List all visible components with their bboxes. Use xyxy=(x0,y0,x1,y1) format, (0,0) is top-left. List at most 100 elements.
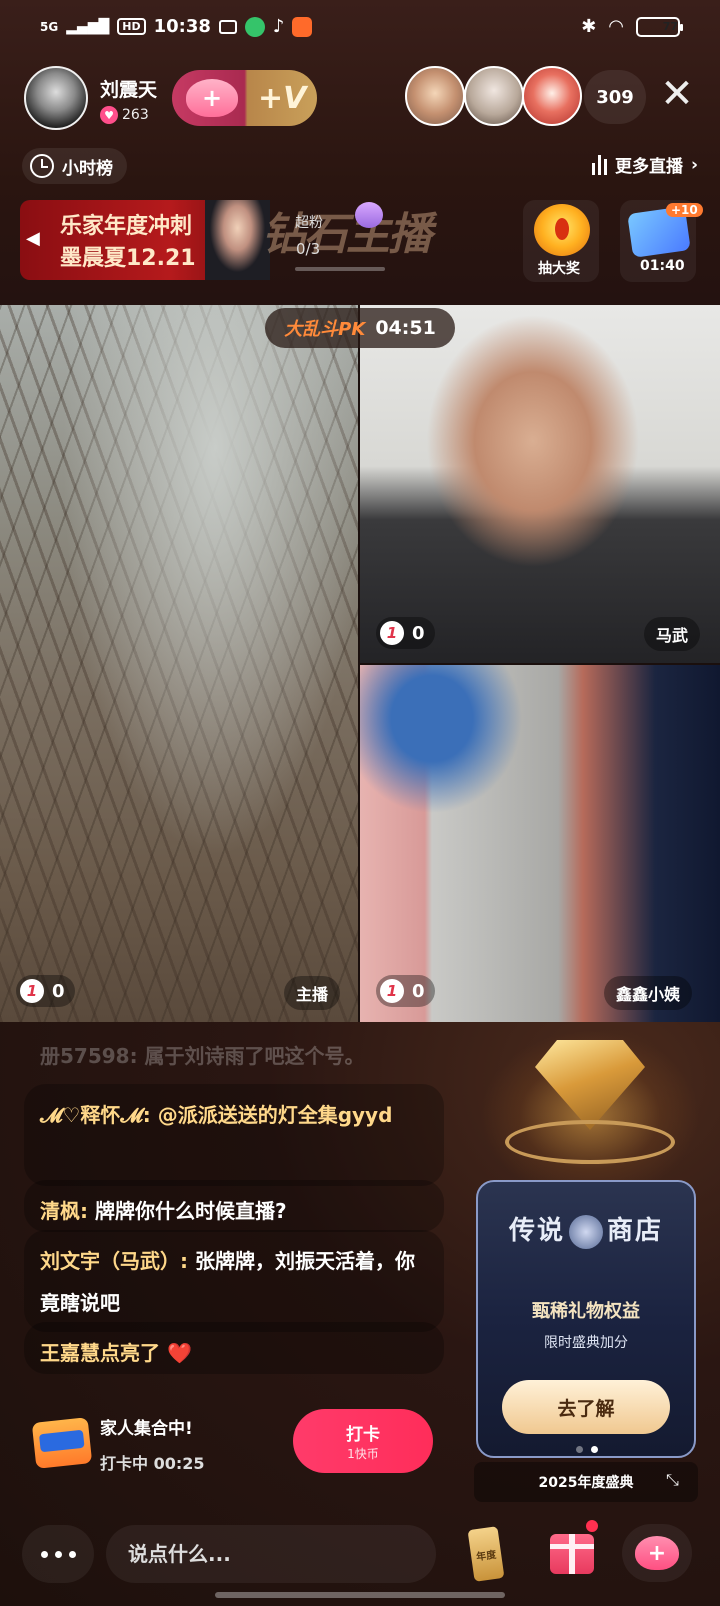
dragon-icon xyxy=(569,1214,603,1249)
shop-desc: 限时盛典加分 xyxy=(544,1335,628,1351)
diamond-host-title: 钻石主播 xyxy=(262,209,432,260)
status-bar-right: ✱ ◠ 77 xyxy=(581,16,683,37)
plus-heart-icon: + xyxy=(635,1536,679,1570)
banner-line1: 乐家年度冲刺 xyxy=(60,214,193,239)
score-icon: 1 xyxy=(380,979,404,1003)
viewer-avatar[interactable] xyxy=(464,66,524,126)
score-value: 0 xyxy=(412,622,425,644)
home-indicator[interactable] xyxy=(215,1592,505,1598)
stream-name-tag[interactable]: 马武 xyxy=(644,617,701,651)
pk-timer: 04:51 xyxy=(375,317,436,339)
learn-more-button[interactable]: 去了解 xyxy=(502,1380,670,1434)
hourly-rank-label: 小时榜 xyxy=(62,158,113,179)
ring-decoration xyxy=(505,1120,675,1164)
pk-title: 大乱斗PK xyxy=(284,319,366,340)
super-fans-count: 0/3 xyxy=(296,240,321,258)
video-app-icon xyxy=(218,19,237,34)
stream-name-tag[interactable]: 主播 xyxy=(284,976,341,1010)
orange-app-icon xyxy=(292,16,313,37)
chevron-right-icon: › xyxy=(690,154,698,175)
notification-dot xyxy=(586,1520,598,1532)
more-live-button[interactable]: 更多直播 › xyxy=(591,152,698,177)
network-label: 5G xyxy=(40,19,59,34)
purple-heart-icon xyxy=(355,202,383,228)
chat-faded-message: 册57598: 属于刘诗雨了吧这个号。 xyxy=(40,1044,365,1068)
expand-icon[interactable]: ⤡ xyxy=(666,1470,679,1490)
host-avatar[interactable] xyxy=(24,66,88,130)
tiktok-icon: ♪ xyxy=(272,16,285,37)
chat-message[interactable]: 王嘉慧点亮了 ❤️ xyxy=(24,1322,444,1374)
heart-icon: ♥ xyxy=(100,106,118,124)
lottery-icon xyxy=(534,204,590,256)
score-icon: 1 xyxy=(380,621,404,645)
shop-subtitle: 甄稀礼物权益 xyxy=(532,1301,640,1322)
annual-card-icon: 年度 xyxy=(467,1526,505,1582)
chat-user[interactable]: 王嘉慧点亮了 xyxy=(40,1341,160,1365)
stream-score: 1 0 xyxy=(376,617,435,649)
lottery-label: 抽大奖 xyxy=(538,261,580,277)
battery-icon: 77 xyxy=(636,16,683,37)
more-options-button[interactable] xyxy=(22,1525,94,1583)
chat-text: 牌牌你什么时候直播? xyxy=(94,1199,287,1223)
banner-person-image xyxy=(205,200,270,280)
score-value: 0 xyxy=(52,980,65,1002)
banner-indicator xyxy=(295,267,385,271)
status-bar-left: 5G ▂▄▆█ HD 10:38 ♪ xyxy=(40,16,313,37)
stream-name-tag[interactable]: 鑫鑫小姨 xyxy=(604,976,693,1010)
hd-label: HD xyxy=(117,18,146,35)
chat-message[interactable]: 清枫: 牌牌你什么时候直播? xyxy=(24,1180,444,1232)
status-time: 10:38 xyxy=(153,16,211,37)
member-v-button[interactable]: +V xyxy=(258,81,306,116)
viewer-avatar[interactable] xyxy=(522,66,582,126)
close-icon[interactable]: ✕ xyxy=(655,74,699,118)
host-video[interactable] xyxy=(0,305,358,1022)
host-likes-count: 263 xyxy=(122,107,149,123)
chat-message[interactable]: 𝓜♡释怀𝓜: @派派送送的灯全集gyyd xyxy=(24,1084,444,1186)
clock-icon xyxy=(30,154,54,178)
host-name[interactable]: 刘震天 xyxy=(100,75,157,102)
chat-message[interactable]: 刘文宇（马武）: 张牌牌，刘振天活着，你竟瞎说吧 xyxy=(24,1230,444,1332)
shop-page-indicator xyxy=(576,1446,598,1453)
family-status: 打卡中 00:25 xyxy=(100,1454,205,1473)
chat-input[interactable] xyxy=(106,1525,436,1583)
battery-level: 77 xyxy=(662,20,678,33)
plus-heart-icon: + xyxy=(186,79,238,117)
green-app-icon xyxy=(244,16,265,37)
like-button[interactable]: + xyxy=(622,1524,692,1582)
score-value: 0 xyxy=(412,980,425,1002)
follow-pill[interactable]: + +V xyxy=(172,70,317,126)
more-live-label: 更多直播 xyxy=(614,157,683,177)
hourly-rank-button[interactable]: 小时榜 xyxy=(22,148,127,184)
host-likes: ♥ 263 xyxy=(100,106,149,124)
shop-title: 传说 商店 xyxy=(476,1210,696,1249)
guest-video-xinxin[interactable] xyxy=(360,665,720,1022)
guest-video-mawu[interactable] xyxy=(360,305,720,663)
chat-user[interactable]: 刘文宇（马武）: xyxy=(40,1249,188,1273)
stream-score: 1 0 xyxy=(376,975,435,1007)
shop-title-left: 传说 xyxy=(508,1216,565,1246)
annual-gala-bar[interactable]: 2025年度盛典 xyxy=(474,1462,698,1502)
follow-button[interactable]: + xyxy=(180,76,244,120)
annual-card-button[interactable]: 年度 xyxy=(456,1522,516,1586)
checkin-label: 打卡 xyxy=(346,1425,380,1445)
viewer-count[interactable]: 309 xyxy=(584,70,646,124)
super-fans-label: 超粉 xyxy=(295,215,323,231)
bars-icon xyxy=(591,154,607,175)
viewer-avatar[interactable] xyxy=(405,66,465,126)
checkin-button[interactable]: 打卡 1快币 xyxy=(293,1409,433,1473)
stream-score: 1 0 xyxy=(16,975,75,1007)
family-icon xyxy=(31,1417,93,1469)
chat-text: @派派送送的灯全集gyyd xyxy=(157,1103,393,1127)
banner-line2: 墨晨夏12.21 xyxy=(60,246,196,271)
gift-icon xyxy=(550,1534,594,1574)
chat-user[interactable]: 清枫: xyxy=(40,1199,88,1223)
family-title: 家人集合中! xyxy=(100,1419,193,1439)
chat-user[interactable]: 𝓜♡释怀𝓜: xyxy=(40,1103,151,1127)
signal-icon: ▂▄▆█ xyxy=(66,18,110,35)
wifi-icon: ◠ xyxy=(608,16,624,37)
bluetooth-icon: ✱ xyxy=(581,16,597,37)
shop-title-right: 商店 xyxy=(607,1216,664,1246)
task-badge: +10 xyxy=(666,203,703,217)
caret-left-icon: ◀ xyxy=(26,228,40,249)
pk-badge: 大乱斗PK 04:51 xyxy=(265,308,455,348)
